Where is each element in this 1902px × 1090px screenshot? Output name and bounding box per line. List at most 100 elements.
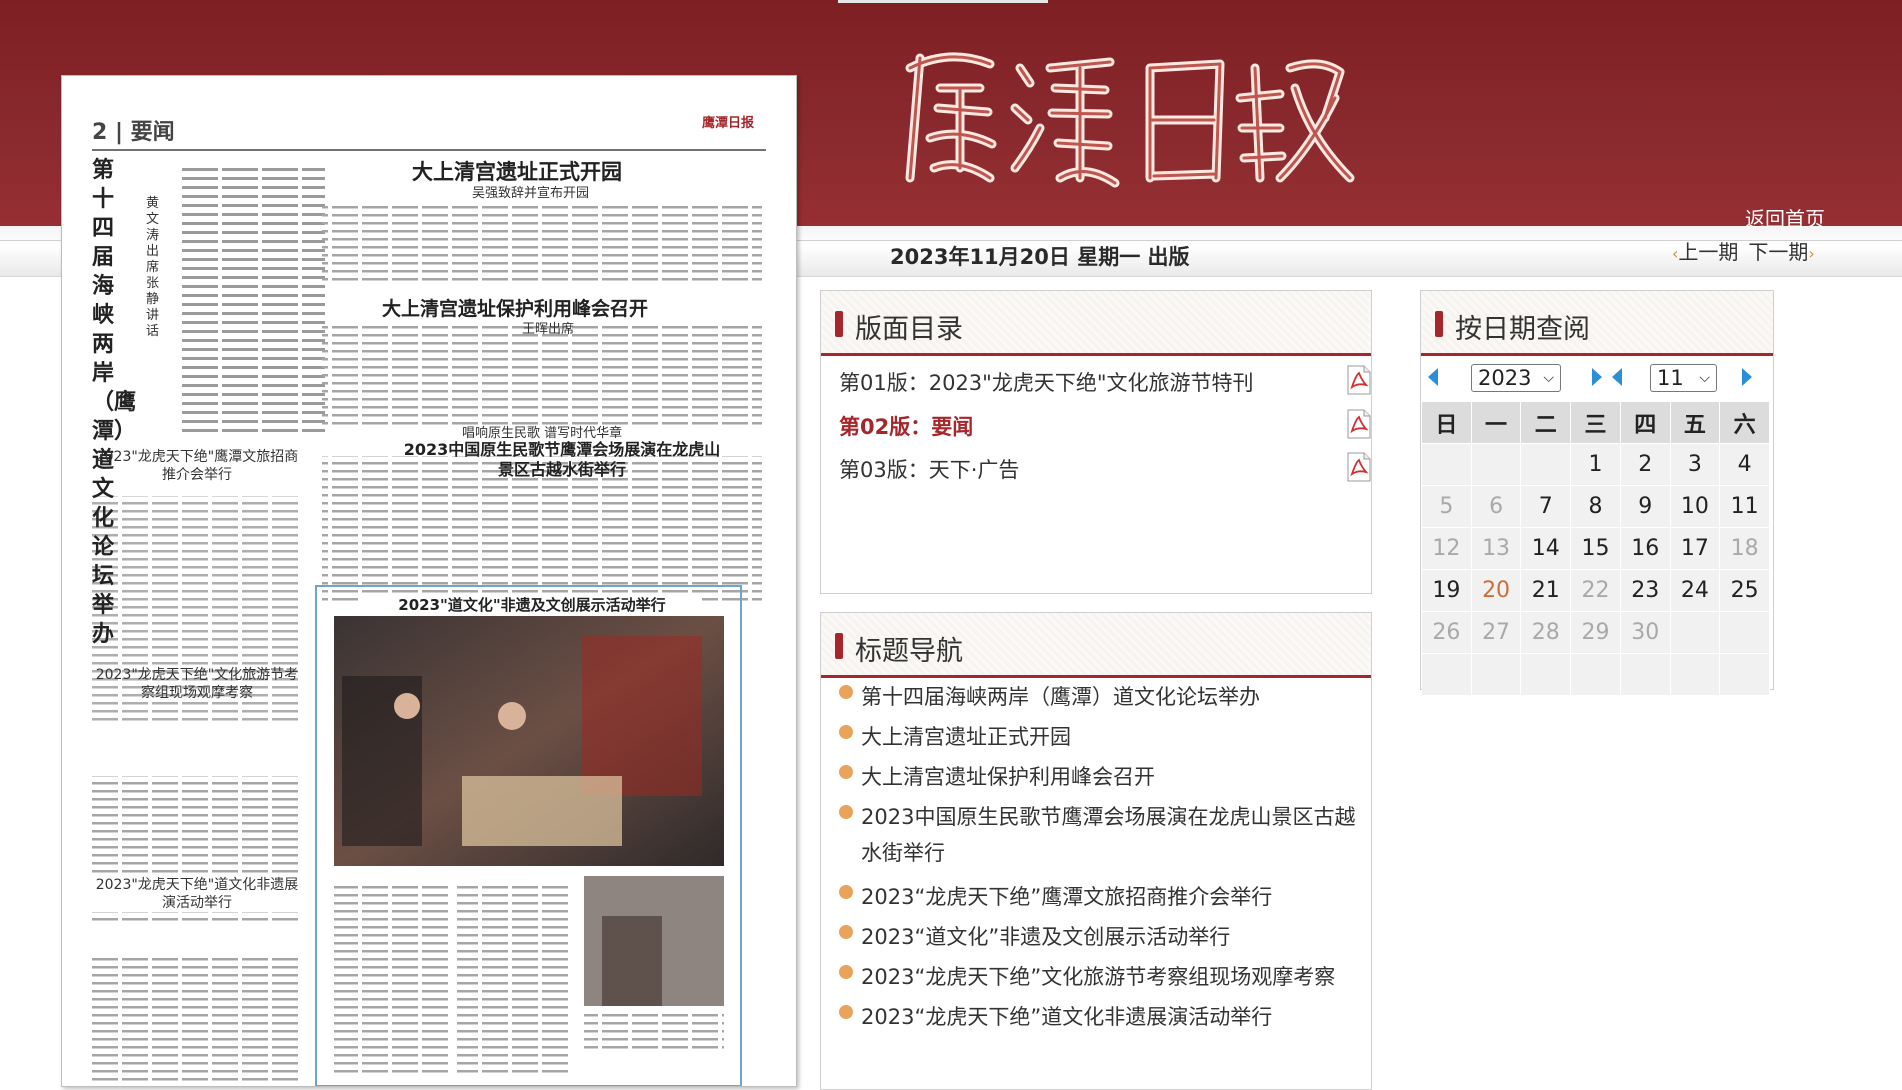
page-directory-header: 版面目录 (821, 291, 1371, 356)
calendar-day[interactable]: 19 (1422, 570, 1472, 612)
newspaper-page-image[interactable]: 2 | 要闻 大上清宫遗址正式开园 吴强致辞并宣布开园 第十四届海峡两岸（鹰潭）… (61, 75, 797, 1087)
issue-date: 2023年11月20日 星期一 出版 (890, 245, 1190, 269)
calendar-day: 22 (1571, 570, 1621, 612)
calendar-empty-cell (1471, 444, 1522, 486)
paper-left-headline-b: 2023"龙虎天下绝"文化旅游节考察组现场观摩考察 (95, 667, 299, 701)
paper-page-number: 2 | 要闻 (92, 120, 175, 145)
next-month-arrow-icon[interactable] (1742, 368, 1752, 386)
calendar-day[interactable]: 9 (1620, 486, 1671, 528)
panel-marker-icon (835, 311, 843, 337)
chevron-down-icon: ⌵ (1699, 370, 1710, 386)
paper-headline-2: 大上清宫遗址保护利用峰会召开 (382, 298, 649, 320)
month-value: 11 (1657, 366, 1684, 390)
paper-vertical-sub: 黄文涛出席 张静讲话 (146, 196, 160, 339)
pdf-icon[interactable] (1346, 409, 1372, 439)
pdf-icon[interactable] (1346, 365, 1372, 395)
weekday-header: 三 (1571, 402, 1621, 444)
title-nav-item[interactable]: 2023“道文化”非遗及文创展示活动举行 (839, 919, 1369, 955)
title-nav-title: 标题导航 (855, 636, 963, 667)
calendar-day[interactable]: 17 (1670, 528, 1721, 570)
weekday-header: 二 (1521, 402, 1572, 444)
calendar-day[interactable]: 25 (1720, 570, 1770, 612)
title-nav-item[interactable]: 2023“龙虎天下绝”道文化非遗展演活动举行 (839, 999, 1369, 1035)
title-nav-item[interactable]: 第十四届海峡两岸（鹰潭）道文化论坛举办 (839, 679, 1369, 715)
paper-masthead: 鹰潭日报 (702, 116, 755, 131)
calendar-day[interactable]: 23 (1620, 570, 1671, 612)
calendar-day[interactable]: 8 (1571, 486, 1621, 528)
paper-headline-3: 2023中国原生民歌节鹰潭会场展演在龙虎山景区古越水街举行 (403, 440, 721, 479)
calendar-empty-cell (1422, 654, 1472, 696)
prev-year-arrow-icon[interactable] (1428, 368, 1438, 386)
calendar-day[interactable]: 20 (1471, 570, 1522, 612)
title-nav-header: 标题导航 (821, 613, 1371, 678)
paper-box-headline: 2023"道文化"非遗及文创展示活动举行 (362, 594, 702, 615)
weekday-header: 一 (1471, 402, 1522, 444)
chevron-down-icon: ⌵ (1543, 370, 1554, 386)
bullet-icon (839, 965, 853, 979)
prev-issue-link[interactable]: ‹上一期 (1672, 236, 1738, 265)
calendar-day[interactable]: 3 (1670, 444, 1721, 486)
page-directory-title: 版面目录 (855, 314, 963, 345)
bullet-icon (839, 685, 853, 699)
title-nav-item[interactable]: 大上清宫遗址保护利用峰会召开 (839, 759, 1369, 795)
calendar-day: 6 (1471, 486, 1522, 528)
page-link-03[interactable]: 第03版：天下·广告 (839, 454, 1019, 484)
bullet-icon (839, 725, 853, 739)
paper-top-sub: 吴强致辞并宣布开园 (472, 186, 590, 201)
calendar-empty-cell (1620, 654, 1671, 696)
calendar-day[interactable]: 24 (1670, 570, 1721, 612)
paper-headline-2-sub: 王晖出席 (522, 322, 575, 337)
title-nav-item[interactable]: 2023“龙虎天下绝”文化旅游节考察组现场观摩考察 (839, 959, 1369, 995)
title-nav-item[interactable]: 2023“龙虎天下绝”鹰潭文旅招商推介会举行 (839, 879, 1369, 915)
calendar-empty-cell (1670, 612, 1721, 654)
calendar-day[interactable]: 14 (1521, 528, 1572, 570)
home-link[interactable]: 返回首页 (1745, 203, 1825, 232)
calendar-day[interactable]: 16 (1620, 528, 1671, 570)
calendar-day[interactable]: 7 (1521, 486, 1572, 528)
next-issue-link[interactable]: 下一期› (1748, 236, 1814, 265)
calendar-day[interactable]: 21 (1521, 570, 1572, 612)
calendar-day: 26 (1422, 612, 1472, 654)
calendar-day: 18 (1720, 528, 1770, 570)
newspaper-layout (90, 149, 766, 1086)
page-link-02[interactable]: 第02版：要闻 (839, 411, 973, 441)
calendar-day[interactable]: 10 (1670, 486, 1721, 528)
calendar-day[interactable]: 1 (1571, 444, 1621, 486)
calendar-day: 5 (1422, 486, 1472, 528)
calendar-empty-cell (1471, 654, 1522, 696)
masthead-logo (880, 28, 1360, 208)
title-nav-item[interactable]: 2023中国原生民歌节鹰潭会场展演在龙虎山景区古越水街举行 (839, 799, 1369, 871)
calendar-day: 13 (1471, 528, 1522, 570)
title-nav-panel: 标题导航 第十四届海峡两岸（鹰潭）道文化论坛举办 大上清宫遗址正式开园 大上清宫… (820, 612, 1372, 1090)
calendar-empty-cell (1720, 654, 1770, 696)
calendar-empty-cell (1521, 444, 1572, 486)
month-select[interactable]: 11 ⌵ (1650, 364, 1717, 392)
calendar-day[interactable]: 4 (1720, 444, 1770, 486)
weekday-header: 四 (1620, 402, 1671, 444)
page-directory-panel: 版面目录 第01版：2023"龙虎天下绝"文化旅游节特刊 第02版：要闻 第03… (820, 290, 1372, 594)
next-year-arrow-icon[interactable] (1592, 368, 1602, 386)
calendar-empty-cell (1571, 654, 1621, 696)
next-issue-label: 下一期 (1748, 240, 1809, 264)
calendar-day[interactable]: 11 (1720, 486, 1770, 528)
paper-vertical-headline: 第十四届海峡两岸（鹰潭）道文化论坛举办 (92, 158, 137, 647)
prev-month-arrow-icon[interactable] (1612, 368, 1622, 386)
issue-pager: ‹上一期 下一期› (1672, 236, 1815, 265)
calendar-day[interactable]: 15 (1571, 528, 1621, 570)
year-select[interactable]: 2023 ⌵ (1471, 364, 1561, 392)
calendar-empty-cell (1720, 612, 1770, 654)
bullet-icon (839, 765, 853, 779)
paper-section: 要闻 (130, 120, 175, 145)
panel-marker-icon (835, 633, 843, 659)
page-link-01[interactable]: 第01版：2023"龙虎天下绝"文化旅游节特刊 (839, 367, 1253, 397)
pdf-icon[interactable] (1346, 452, 1372, 482)
calendar-day[interactable]: 2 (1620, 444, 1671, 486)
title-nav-item[interactable]: 大上清宫遗址正式开园 (839, 719, 1369, 755)
paper-headline-3-kicker: 唱响原生民歌 谱写时代华章 (462, 426, 623, 441)
calendar-day: 12 (1422, 528, 1472, 570)
weekday-header: 五 (1670, 402, 1721, 444)
calendar-empty-cell (1521, 654, 1572, 696)
weekday-header: 六 (1720, 402, 1770, 444)
panel-marker-icon (1435, 311, 1443, 337)
calendar-empty-cell (1422, 444, 1472, 486)
